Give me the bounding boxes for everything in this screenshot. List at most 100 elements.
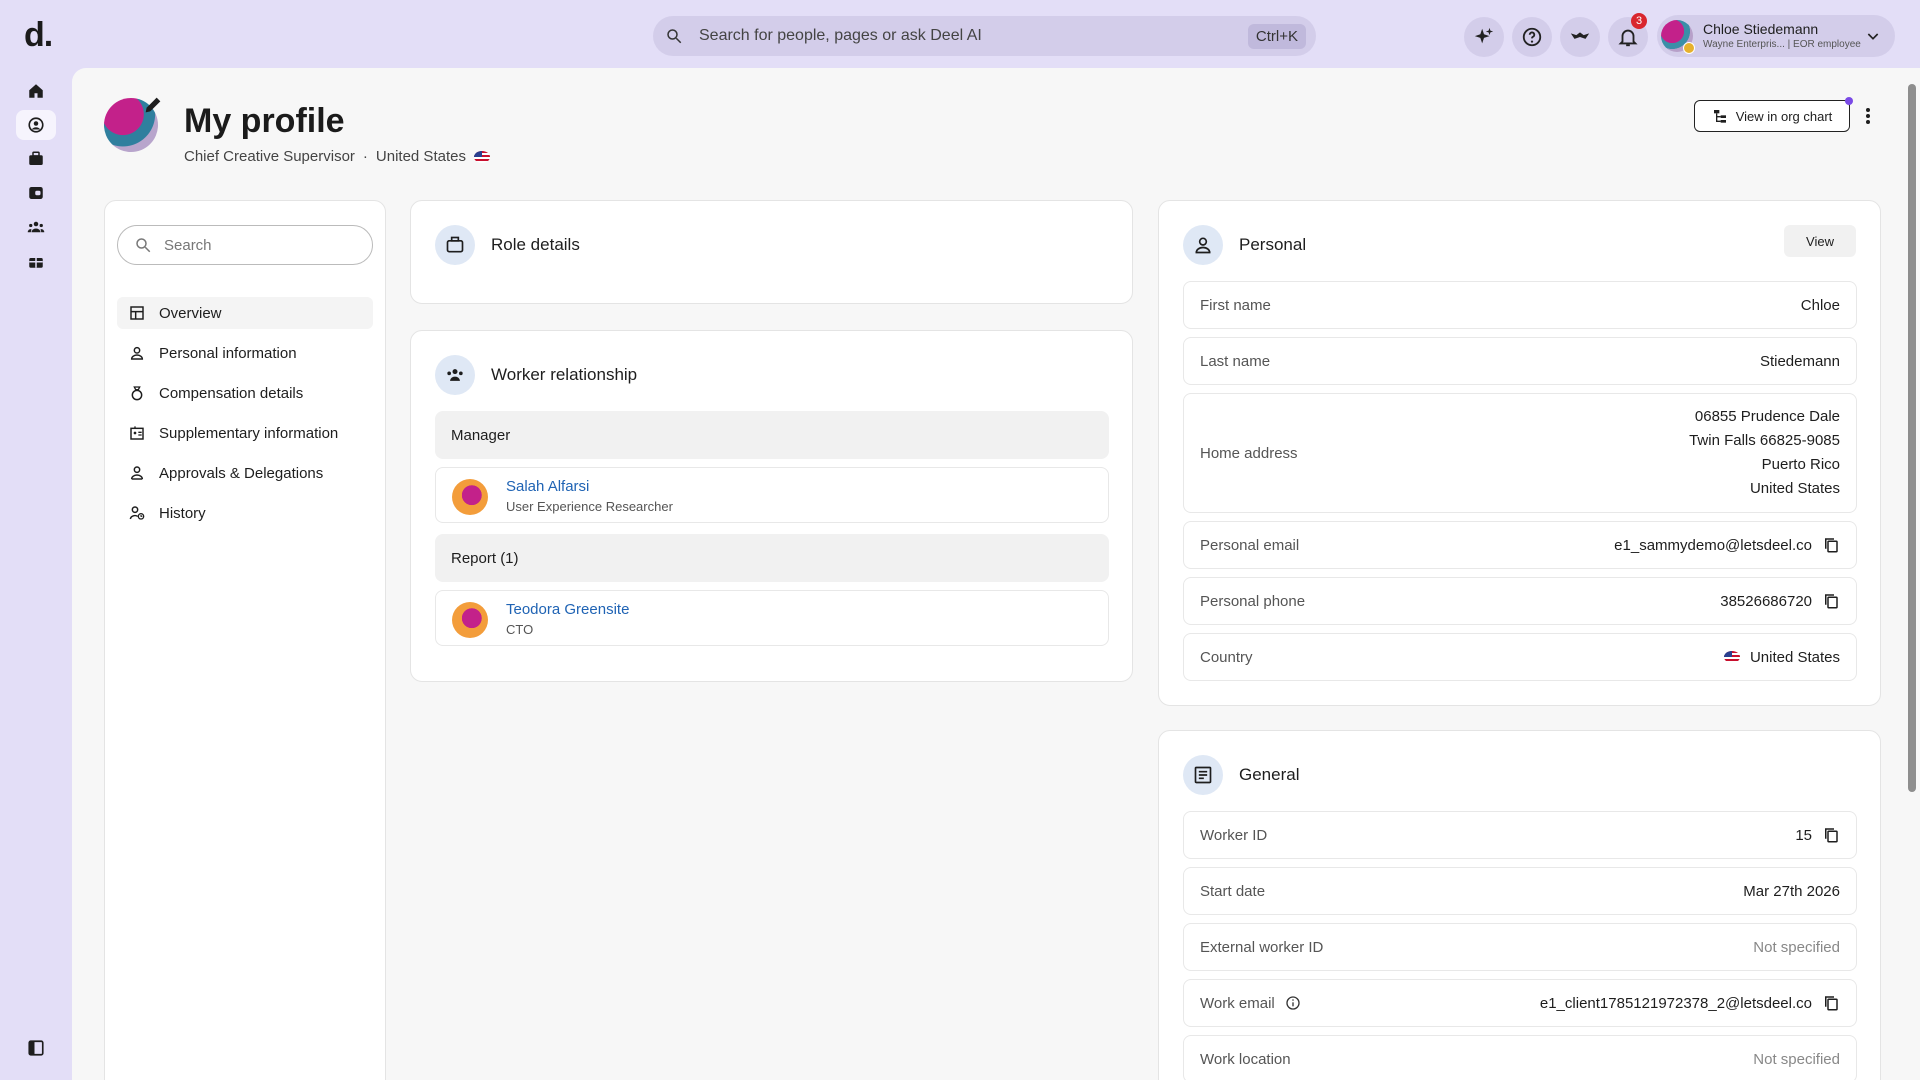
search-icon — [667, 29, 682, 44]
personal-view-button[interactable]: View — [1784, 225, 1856, 257]
worker-id-value: 15 — [1795, 826, 1840, 844]
sidebar-item-compensation-details[interactable]: Compensation details — [117, 377, 373, 409]
nav-home[interactable] — [16, 76, 56, 106]
copy-icon[interactable] — [1822, 592, 1840, 610]
people-icon — [447, 369, 463, 381]
home-address-row: Home address 06855 Prudence Dale Twin Fa… — [1183, 393, 1857, 513]
profile-country: United States — [375, 148, 466, 165]
sidebar-item-approvals-delegations[interactable]: Approvals & Delegations — [117, 457, 373, 489]
address-line: United States — [1749, 480, 1840, 497]
chevron-down-icon — [1867, 33, 1879, 40]
sidebar-item-label: History — [159, 504, 206, 522]
wallet-icon — [29, 187, 43, 199]
personal-email-text: e1_sammydemo@letsdeel.co — [1614, 536, 1812, 554]
report-name-link[interactable]: Teodora Greensite — [506, 601, 629, 618]
copy-icon[interactable] — [1822, 826, 1840, 844]
personal-phone-text: 38526686720 — [1720, 592, 1812, 610]
copy-icon[interactable] — [1822, 994, 1840, 1012]
profile-subtitle: Chief Creative Supervisor · United State… — [184, 148, 490, 165]
profile-sidebar: Search Overview Personal information Com… — [104, 200, 386, 1080]
shortcuts-button[interactable] — [1560, 17, 1600, 57]
work-location-label: Work location — [1200, 1050, 1291, 1068]
role-details-icon-wrap — [435, 225, 475, 265]
collapse-sidebar-button[interactable] — [16, 1033, 56, 1063]
sidebar-item-overview[interactable]: Overview — [117, 297, 373, 329]
nav-payments[interactable] — [16, 178, 56, 208]
work-email-label-wrap: Work email — [1200, 995, 1301, 1012]
sidebar-item-supplementary-information[interactable]: Supplementary information — [117, 417, 373, 449]
worker-id-text: 15 — [1795, 826, 1812, 844]
start-date-value: Mar 27th 2026 — [1743, 882, 1840, 900]
first-name-value: Chloe — [1800, 296, 1840, 314]
general-card: General Worker ID 15 Start date Mar 27th… — [1158, 730, 1881, 1080]
personal-email-label: Personal email — [1200, 536, 1300, 554]
briefcase-icon — [29, 151, 43, 165]
nav-benefits[interactable] — [16, 246, 56, 276]
search-icon — [136, 238, 151, 253]
notifications-button[interactable]: 3 — [1608, 13, 1648, 57]
nav-people[interactable] — [16, 212, 56, 242]
scrollbar-thumb[interactable] — [1908, 84, 1916, 792]
us-flag-icon — [1723, 651, 1740, 663]
last-name-label: Last name — [1200, 352, 1271, 370]
edit-pencil-icon[interactable] — [142, 94, 164, 116]
approval-icon — [130, 466, 144, 480]
report-avatar — [452, 602, 488, 638]
reports-group-label: Report (1) — [435, 534, 1109, 582]
job-title: Chief Creative Supervisor — [184, 148, 355, 165]
copy-icon[interactable] — [1822, 536, 1840, 554]
general-icon-wrap — [1183, 755, 1223, 795]
report-row: Teodora Greensite CTO — [435, 590, 1109, 646]
manager-role: User Experience Researcher — [506, 499, 673, 514]
deel-logo[interactable]: d. — [24, 16, 53, 55]
manager-group-label: Manager — [435, 411, 1109, 459]
sparkle-icon — [1474, 27, 1494, 44]
home-icon — [29, 84, 43, 98]
separator: · — [362, 148, 368, 165]
manager-avatar — [452, 479, 488, 515]
sidebar-item-personal-information[interactable]: Personal information — [117, 337, 373, 369]
personal-icon-wrap — [1183, 225, 1223, 265]
sidebar-toggle-icon — [28, 1040, 44, 1056]
manager-name-link[interactable]: Salah Alfarsi — [506, 478, 589, 495]
personal-phone-label: Personal phone — [1200, 592, 1306, 610]
sidebar-item-label: Personal information — [159, 344, 297, 362]
personal-phone-row: Personal phone 38526686720 — [1183, 577, 1857, 625]
last-name-row: Last name Stiedemann — [1183, 337, 1857, 385]
page-title: My profile — [184, 102, 345, 140]
personal-card: Personal View First name Chloe Last name… — [1158, 200, 1881, 706]
sidebar-search-input[interactable]: Search — [117, 225, 373, 265]
address-line: 06855 Prudence Dale — [1694, 408, 1840, 425]
help-button[interactable] — [1512, 17, 1552, 57]
gift-icon — [29, 258, 43, 268]
bird-icon — [1570, 32, 1590, 39]
user-menu[interactable]: Chloe Stiedemann Wayne Enterpris... | EO… — [1657, 15, 1895, 57]
ai-sparkle-button[interactable] — [1464, 17, 1504, 57]
scrollbar[interactable] — [1904, 68, 1920, 1080]
user-avatar — [1661, 20, 1695, 54]
person-icon — [130, 346, 144, 360]
role-details-header[interactable]: Role details — [435, 225, 580, 265]
global-search[interactable]: Search for people, pages or ask Deel AI … — [653, 16, 1316, 56]
kebab-menu-icon — [1866, 108, 1870, 124]
history-person-icon — [129, 506, 145, 520]
worker-id-row: Worker ID 15 — [1183, 811, 1857, 859]
work-location-row: Work location Not specified — [1183, 1035, 1857, 1080]
work-email-label: Work email — [1200, 994, 1275, 1012]
user-subtitle: Wayne Enterpris... | EOR employee — [1703, 39, 1861, 50]
first-name-row: First name Chloe — [1183, 281, 1857, 329]
sidebar-item-label: Overview — [159, 304, 222, 322]
role-details-title: Role details — [491, 235, 580, 254]
view-org-chart-button[interactable]: View in org chart — [1694, 97, 1853, 132]
sidebar-item-history[interactable]: History — [117, 497, 373, 529]
layout-icon — [130, 306, 144, 320]
personal-email-row: Personal email e1_sammydemo@letsdeel.co — [1183, 521, 1857, 569]
sidebar-item-label: Approvals & Delegations — [159, 464, 324, 482]
more-options-button[interactable] — [1854, 102, 1882, 130]
document-icon — [1194, 766, 1212, 784]
nav-profile[interactable] — [16, 110, 56, 140]
personal-title: Personal — [1239, 235, 1307, 254]
info-icon[interactable] — [1285, 995, 1301, 1011]
person-circle-icon — [28, 117, 44, 133]
nav-work[interactable] — [16, 144, 56, 174]
